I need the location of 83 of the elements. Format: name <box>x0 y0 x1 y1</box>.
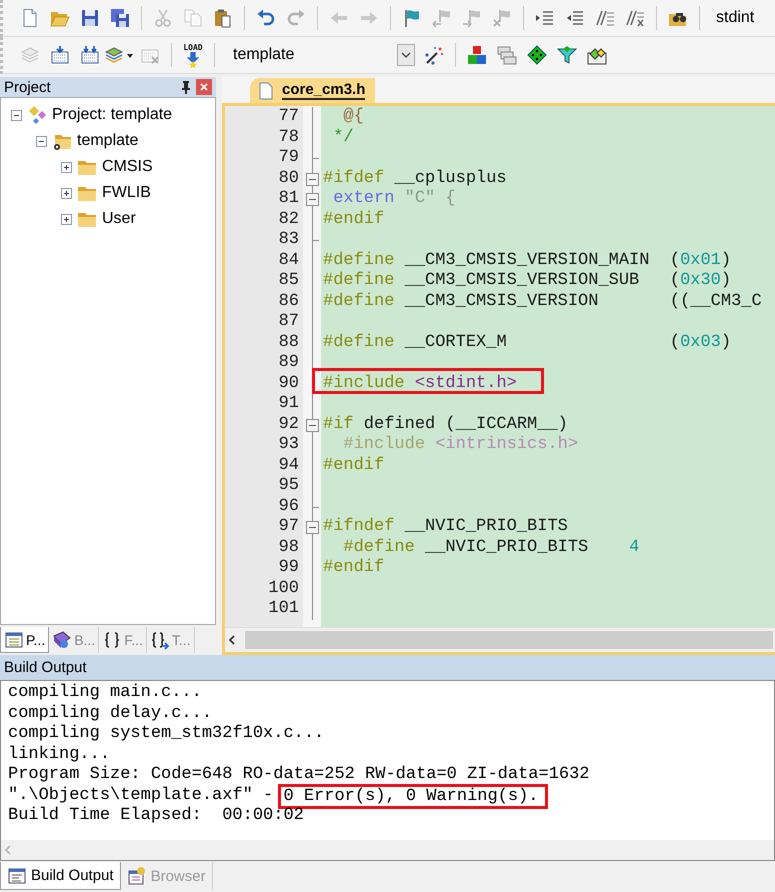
expand-icon[interactable] <box>61 188 72 198</box>
code-line: #ifndef __NVIC_PRIO_BITS <box>323 517 568 538</box>
line-number: 82 <box>278 210 300 230</box>
caret-icon[interactable] <box>397 44 415 66</box>
pin-icon[interactable] <box>180 80 192 94</box>
target-select[interactable]: template <box>225 42 415 68</box>
code-line: #define __NVIC_PRIO_BITS 4 <box>342 538 640 558</box>
line-number: 80 <box>278 168 300 189</box>
code-line: extern "C" { <box>332 189 456 210</box>
page-icon <box>258 82 274 100</box>
tree-item[interactable]: template <box>77 132 138 150</box>
line-number: 78 <box>278 128 300 148</box>
line-number: 94 <box>278 456 300 476</box>
code-line: #endif <box>323 456 384 476</box>
browser-icon <box>126 866 147 886</box>
expand-icon[interactable] <box>61 214 72 224</box>
line-number: 85 <box>278 271 300 292</box>
line-number: 92 <box>278 414 300 435</box>
code-line: */ <box>332 128 354 148</box>
close-icon[interactable] <box>196 79 212 95</box>
help-book-icon <box>52 630 72 650</box>
output-text: Program Size: Code=648 RO-data=252 RW-data=0 ZI-data=1632 <box>8 765 590 786</box>
code-line: #endif <box>323 210 384 230</box>
horizontal-scrollbar[interactable] <box>1 840 774 860</box>
code-line: #include <intrinsics.h> <box>342 435 578 456</box>
fold-collapse-icon[interactable] <box>306 521 319 534</box>
line-number: 89 <box>278 353 300 374</box>
line-number: 96 <box>278 496 300 517</box>
line-number: 95 <box>278 476 300 496</box>
line-number: 98 <box>278 538 300 558</box>
output-text: compiling main.c... <box>8 683 202 704</box>
find-text[interactable]: stdint <box>716 9 754 27</box>
code-line: #define __CORTEX_M (0x03) <box>323 332 732 353</box>
output-text: ".\Objects\template.axf" - <box>8 786 274 806</box>
output-text: Build Time Elapsed: 00:00:02 <box>8 806 304 826</box>
line-number: 83 <box>278 230 300 250</box>
panel-tab[interactable]: P... <box>0 627 50 653</box>
code-line: #endif <box>323 558 384 578</box>
tree-item[interactable]: CMSIS <box>102 158 153 176</box>
code-line: #if defined (__ICCARM__) <box>323 414 568 435</box>
line-number: 90 <box>278 374 300 394</box>
output-tab[interactable]: Build Output <box>0 862 121 890</box>
line-number: 88 <box>278 332 300 353</box>
panel-title: Project <box>4 78 52 96</box>
line-number: 93 <box>278 435 300 456</box>
output-window-icon <box>7 866 27 886</box>
file-tab[interactable]: core_cm3.h <box>250 78 376 103</box>
line-number: 77 <box>278 107 300 128</box>
braces-arrow-icon <box>150 630 170 650</box>
tree-item[interactable]: User <box>102 210 136 228</box>
line-number: 91 <box>278 394 300 414</box>
panel-title: Build Output <box>4 659 87 676</box>
collapse-icon[interactable] <box>36 136 47 146</box>
window-list-icon <box>4 630 24 650</box>
tree-item[interactable]: FWLIB <box>102 184 151 202</box>
line-number: 79 <box>278 148 300 168</box>
tree-item[interactable]: Project: template <box>52 106 172 124</box>
download-button[interactable]: LOAD <box>178 41 208 69</box>
collapse-icon[interactable] <box>11 110 22 120</box>
output-text: linking... <box>8 744 110 765</box>
fold-collapse-icon[interactable] <box>306 418 319 432</box>
line-number: 97 <box>278 517 300 538</box>
line-number: 99 <box>278 558 300 578</box>
line-number: 86 <box>278 292 300 312</box>
code-line: #define __CM3_CMSIS_VERSION_MAIN (0x01) <box>323 250 732 271</box>
line-number: 87 <box>278 312 300 332</box>
line-number: 81 <box>278 189 300 210</box>
line-number: 100 <box>267 578 300 599</box>
expand-icon[interactable] <box>61 162 72 172</box>
output-text: compiling delay.c... <box>8 704 212 724</box>
code-line: #define __CM3_CMSIS_VERSION ((__CM3_C <box>323 292 762 312</box>
output-text: compiling system_stm32f10x.c... <box>8 724 324 744</box>
fold-collapse-icon[interactable] <box>306 193 319 206</box>
code-line: @{ <box>342 107 364 128</box>
line-number: 84 <box>278 250 300 271</box>
output-text: 0 Error(s), 0 Warning(s). <box>278 784 548 808</box>
fold-collapse-icon[interactable] <box>306 172 319 186</box>
code-line: #define __CM3_CMSIS_VERSION_SUB (0x30) <box>323 271 732 292</box>
download-arrow-icon <box>184 52 202 68</box>
horizontal-scrollbar[interactable] <box>225 627 775 652</box>
code-line: #ifdef __cplusplus <box>323 168 507 189</box>
line-number: 101 <box>267 599 300 620</box>
project-icon <box>27 105 47 125</box>
